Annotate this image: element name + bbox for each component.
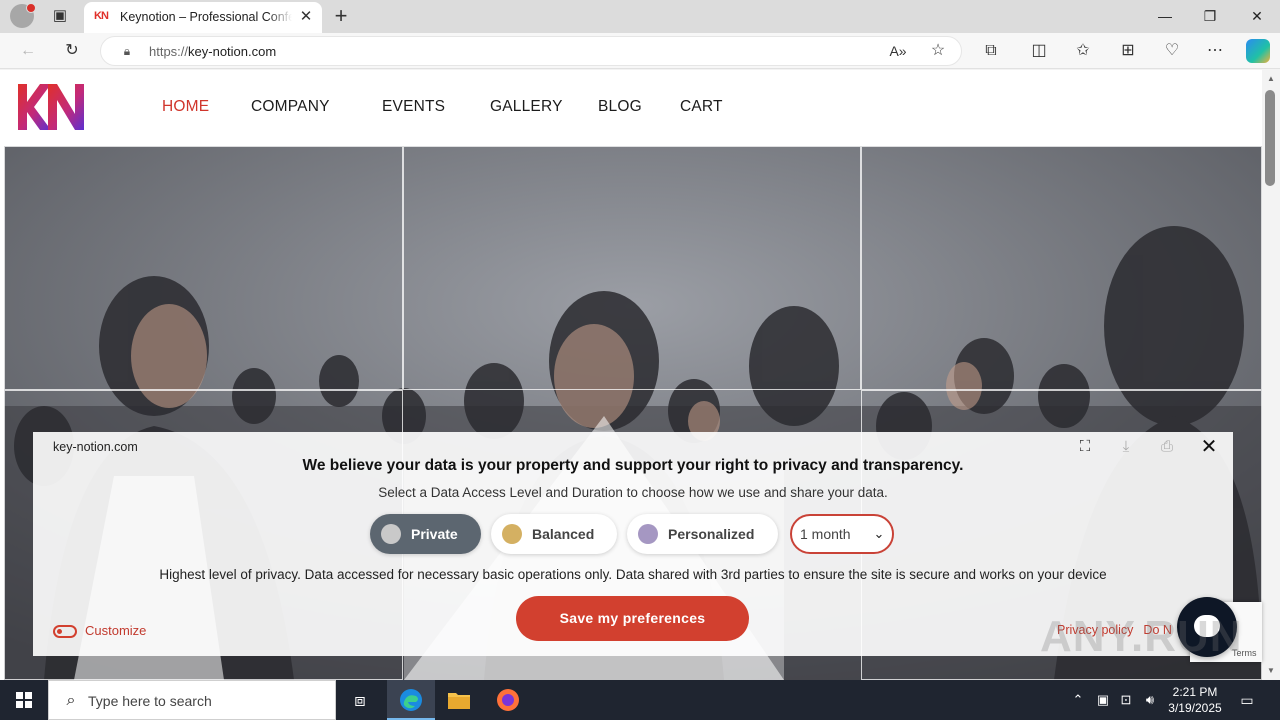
browser-tab[interactable]: KN Keynotion – Professional Conferences …: [84, 2, 322, 33]
browser-tab-strip: ▣ KN Keynotion – Professional Conference…: [0, 0, 1280, 33]
search-icon: ⌕: [66, 692, 76, 709]
file-explorer-icon[interactable]: [435, 680, 483, 720]
refresh-icon[interactable]: ↻: [61, 40, 83, 62]
level-description: Highest level of privacy. Data accessed …: [159, 567, 1107, 582]
consent-subtitle: Select a Data Access Level and Duration …: [378, 485, 888, 500]
nav-gallery[interactable]: GALLERY: [490, 98, 563, 116]
scroll-down-icon[interactable]: ▼: [1266, 666, 1276, 676]
folder-icon: [448, 693, 470, 709]
site-favicon: KN: [94, 10, 109, 22]
edge-logo: [400, 689, 422, 711]
gallery-tile[interactable]: [4, 146, 403, 390]
gallery-tile[interactable]: [403, 146, 861, 390]
customize-label: Customize: [85, 623, 147, 638]
url-text: https://key-notion.com: [149, 44, 277, 59]
tab-title: Keynotion – Professional Conferences: [120, 10, 292, 26]
save-preferences-button[interactable]: Save my preferences: [516, 596, 749, 641]
restore-icon[interactable]: ❐: [1198, 6, 1222, 26]
close-tab-icon[interactable]: ✕: [298, 8, 314, 26]
more-icon[interactable]: ⋯: [1204, 40, 1226, 62]
browser-toolbar: ← ↻ 🔒︎ https://key-notion.com A» ☆ ⧉ ◫ ✩…: [0, 33, 1280, 69]
firefox-logo: [497, 689, 519, 711]
edge-browser-icon[interactable]: [387, 680, 435, 720]
address-bar[interactable]: 🔒︎ https://key-notion.com A» ☆: [100, 36, 962, 66]
nav-cart[interactable]: CART: [680, 98, 723, 116]
extensions-icon[interactable]: ⧉: [980, 40, 1002, 62]
page-scrollbar[interactable]: ▲ ▼: [1262, 70, 1280, 680]
close-window-icon[interactable]: ✕: [1245, 6, 1269, 26]
level-label: Balanced: [532, 526, 595, 542]
network-icon[interactable]: ⊡: [1116, 690, 1136, 710]
level-private-button[interactable]: Private: [370, 514, 481, 554]
taskbar-search-box[interactable]: ⌕ Type here to search: [48, 680, 336, 720]
favorites-icon[interactable]: ✩: [1072, 40, 1094, 62]
chevron-down-icon: ⌄: [873, 526, 885, 541]
task-view-icon[interactable]: ⧈: [336, 680, 384, 720]
notification-icon[interactable]: ▭: [1236, 690, 1258, 710]
level-label: Private: [411, 526, 458, 542]
copilot-icon[interactable]: [1246, 39, 1270, 63]
duration-value: 1 month: [800, 526, 851, 542]
new-tab-icon[interactable]: +: [330, 3, 352, 29]
level-label: Personalized: [668, 526, 755, 542]
chevron-up-icon[interactable]: ⌃: [1068, 690, 1088, 710]
system-clock[interactable]: 2:21 PM 3/19/2025: [1160, 684, 1230, 716]
split-screen-icon[interactable]: ◫: [1028, 40, 1050, 62]
clock-time: 2:21 PM: [1172, 685, 1218, 699]
gallery-tile[interactable]: [861, 146, 1262, 390]
windows-taskbar: ⌕ Type here to search ⧈ ⌃ ▣ ⊡ 🔊︎ 2:21 PM…: [0, 680, 1280, 720]
nav-events[interactable]: EVENTS: [382, 98, 445, 116]
nav-blog[interactable]: BLOG: [598, 98, 642, 116]
scroll-thumb[interactable]: [1265, 90, 1275, 186]
watermark: ANY.RUN: [1040, 612, 1243, 661]
nav-company[interactable]: COMPANY: [251, 98, 330, 116]
consent-domain: key-notion.com: [53, 440, 138, 454]
clock-date: 3/19/2025: [1168, 701, 1222, 715]
tab-actions-icon[interactable]: ▣: [50, 7, 70, 25]
device-icon[interactable]: ▣: [1093, 690, 1113, 710]
toggle-icon: [53, 625, 77, 638]
download-icon[interactable]: ⤓: [1114, 436, 1138, 458]
collections-icon[interactable]: ⊞: [1117, 40, 1139, 62]
level-balanced-button[interactable]: Balanced: [491, 514, 617, 554]
level-dot: [638, 524, 658, 544]
level-dot: [381, 524, 401, 544]
nav-home[interactable]: HOME: [162, 98, 209, 116]
site-logo[interactable]: [18, 84, 84, 130]
volume-icon[interactable]: 🔊︎: [1140, 690, 1160, 710]
profile-icon[interactable]: [10, 3, 36, 28]
favorite-star-icon[interactable]: ☆: [927, 40, 949, 62]
duration-select[interactable]: 1 month ⌄: [790, 514, 894, 554]
back-icon[interactable]: ←: [17, 40, 39, 62]
level-dot: [502, 524, 522, 544]
read-aloud-icon[interactable]: A»: [887, 40, 909, 62]
firefox-icon[interactable]: [484, 680, 532, 720]
print-icon[interactable]: ⎙: [1155, 436, 1179, 458]
close-icon[interactable]: ✕: [1197, 436, 1221, 458]
performance-icon[interactable]: ♡: [1161, 40, 1183, 62]
fullscreen-icon[interactable]: ⛶: [1073, 436, 1097, 458]
level-personalized-button[interactable]: Personalized: [627, 514, 778, 554]
consent-headline: We believe your data is your property an…: [302, 457, 964, 474]
search-placeholder: Type here to search: [88, 693, 212, 709]
windows-start-icon[interactable]: [0, 680, 48, 720]
lock-icon[interactable]: 🔒︎: [119, 43, 135, 59]
minimize-icon[interactable]: —: [1153, 6, 1177, 26]
site-header: HOME COMPANY EVENTS GALLERY BLOG CART: [0, 70, 1262, 146]
scroll-up-icon[interactable]: ▲: [1266, 74, 1276, 84]
